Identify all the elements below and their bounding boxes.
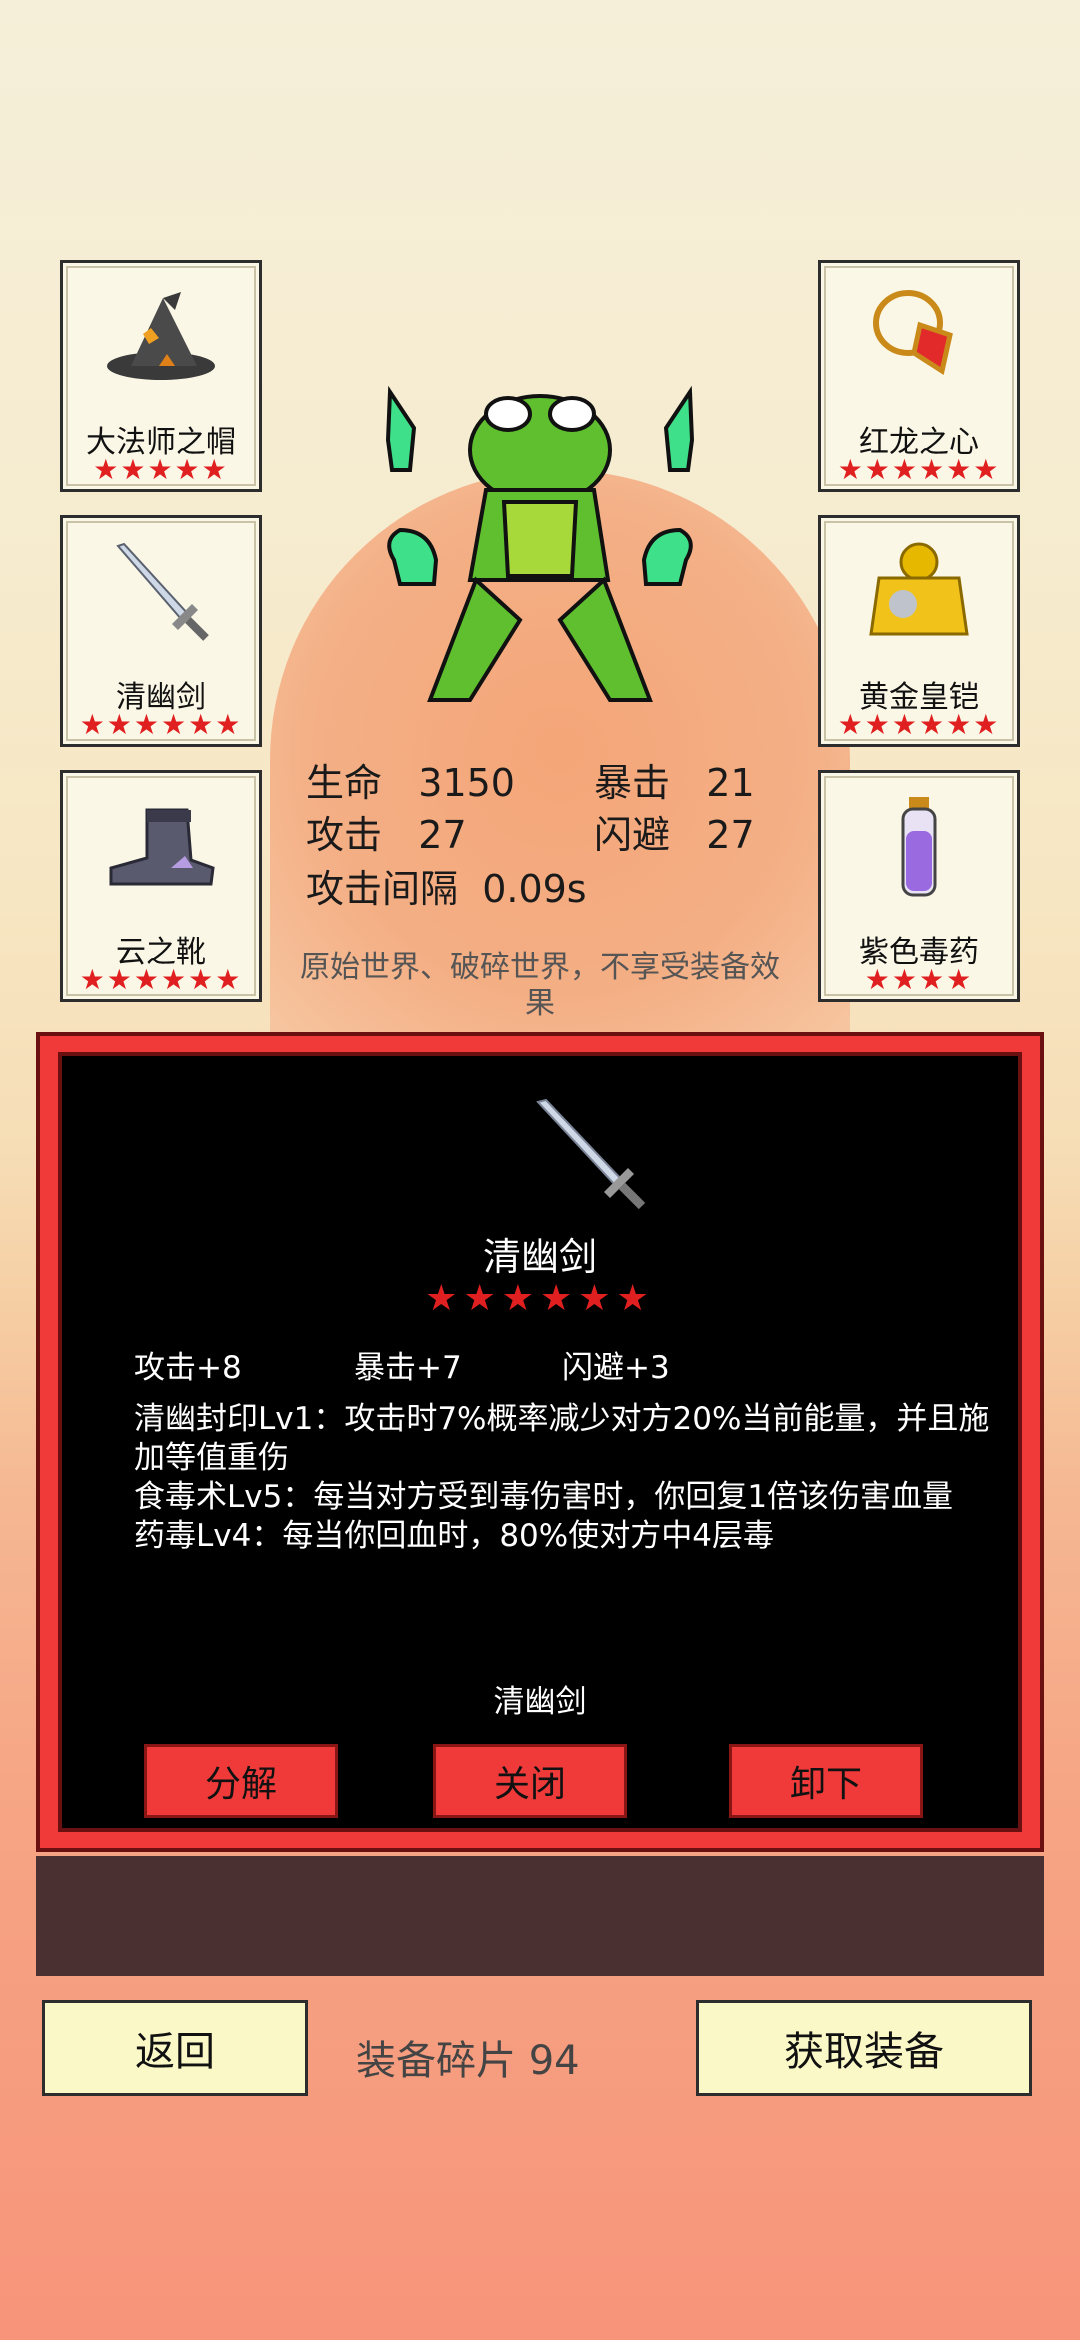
stat-atk-value: 27 <box>418 813 467 857</box>
equipment-shards: 装备碎片 94 <box>356 2028 580 2086</box>
equip-stars: ★★★★★★ <box>79 708 243 741</box>
stat-interval-label: 攻击间隔 <box>306 867 459 911</box>
item-title: 清幽剑 <box>482 1235 597 1279</box>
frog-character <box>380 370 700 710</box>
skill-line: 药毒Lv4：每当你回血时，80%使对方中4层毒 <box>134 1518 774 1554</box>
back-button[interactable]: 返回 <box>42 2000 308 2096</box>
sword-icon <box>63 538 259 648</box>
stat-atk: 攻击 27 <box>306 804 467 859</box>
stat-crit-value: 21 <box>706 761 755 805</box>
equip-stars: ★★★★★ <box>93 453 229 486</box>
stat-dodge: 闪避 27 <box>594 804 755 859</box>
decompose-button[interactable]: 分解 <box>144 1744 338 1818</box>
item-footer-name: 清幽剑 <box>493 1684 587 1720</box>
stat-hp-label: 生命 <box>306 761 383 805</box>
equip-slot-boots[interactable]: 云之靴 ★★★★★★ <box>60 770 262 1002</box>
attr-attack: 攻击+8 <box>134 1350 242 1386</box>
equip-slot-armor[interactable]: 黄金皇铠 ★★★★★★ <box>818 515 1020 747</box>
equip-stars: ★★★★★★ <box>837 453 1001 486</box>
potion-icon <box>821 793 1017 903</box>
shards-value: 94 <box>528 2038 580 2084</box>
equip-stars: ★★★★★★ <box>837 708 1001 741</box>
bottom-panel <box>36 1856 1044 1976</box>
unequip-button[interactable]: 卸下 <box>729 1744 923 1818</box>
sword-icon <box>532 1096 652 1216</box>
get-equipment-button[interactable]: 获取装备 <box>696 2000 1032 2096</box>
stat-atk-label: 攻击 <box>306 813 383 857</box>
world-effect-note: 原始世界、破碎世界，不享受装备效果 <box>300 950 780 1021</box>
equip-slot-hat[interactable]: 大法师之帽 ★★★★★ <box>60 260 262 492</box>
attr-dodge: 闪避+3 <box>562 1350 670 1386</box>
stat-crit: 暴击 21 <box>594 752 755 807</box>
skill-line: 清幽封印Lv1：攻击时7%概率减少对方20%当前能量，并且施加等值重伤 <box>134 1401 990 1476</box>
shards-label: 装备碎片 <box>356 2038 516 2084</box>
stat-interval: 攻击间隔 0.09s <box>306 858 587 913</box>
item-description: 清幽封印Lv1：攻击时7%概率减少对方20%当前能量，并且施加等值重伤 食毒术L… <box>134 1400 994 1556</box>
equip-slot-sword[interactable]: 清幽剑 ★★★★★★ <box>60 515 262 747</box>
boot-icon <box>63 793 259 903</box>
equip-slot-potion[interactable]: 紫色毒药 ★★★★ <box>818 770 1020 1002</box>
stat-dodge-label: 闪避 <box>594 813 671 857</box>
dialog-panel: 清幽剑 ★★★★★★ 攻击+8 暴击+7 闪避+3 清幽封印Lv1：攻击时7%概… <box>58 1052 1022 1832</box>
skill-line: 食毒术Lv5：每当对方受到毒伤害时，你回复1倍该伤害血量 <box>134 1479 954 1515</box>
stat-interval-value: 0.09s <box>482 867 587 911</box>
equip-slot-amulet[interactable]: 红龙之心 ★★★★★★ <box>818 260 1020 492</box>
stat-crit-label: 暴击 <box>594 761 671 805</box>
item-stars: ★★★★★★ <box>425 1278 655 1319</box>
close-button[interactable]: 关闭 <box>433 1744 627 1818</box>
stat-hp: 生命 3150 <box>306 752 515 807</box>
wizard-hat-icon <box>63 283 259 393</box>
equip-stars: ★★★★★★ <box>79 963 243 996</box>
attr-crit: 暴击+7 <box>354 1350 462 1386</box>
gold-armor-icon <box>821 538 1017 648</box>
amulet-icon <box>821 283 1017 393</box>
equip-stars: ★★★★ <box>864 963 974 996</box>
stat-dodge-value: 27 <box>706 813 755 857</box>
item-detail-dialog: 清幽剑 ★★★★★★ 攻击+8 暴击+7 闪避+3 清幽封印Lv1：攻击时7%概… <box>36 1032 1044 1852</box>
stat-hp-value: 3150 <box>418 761 515 805</box>
